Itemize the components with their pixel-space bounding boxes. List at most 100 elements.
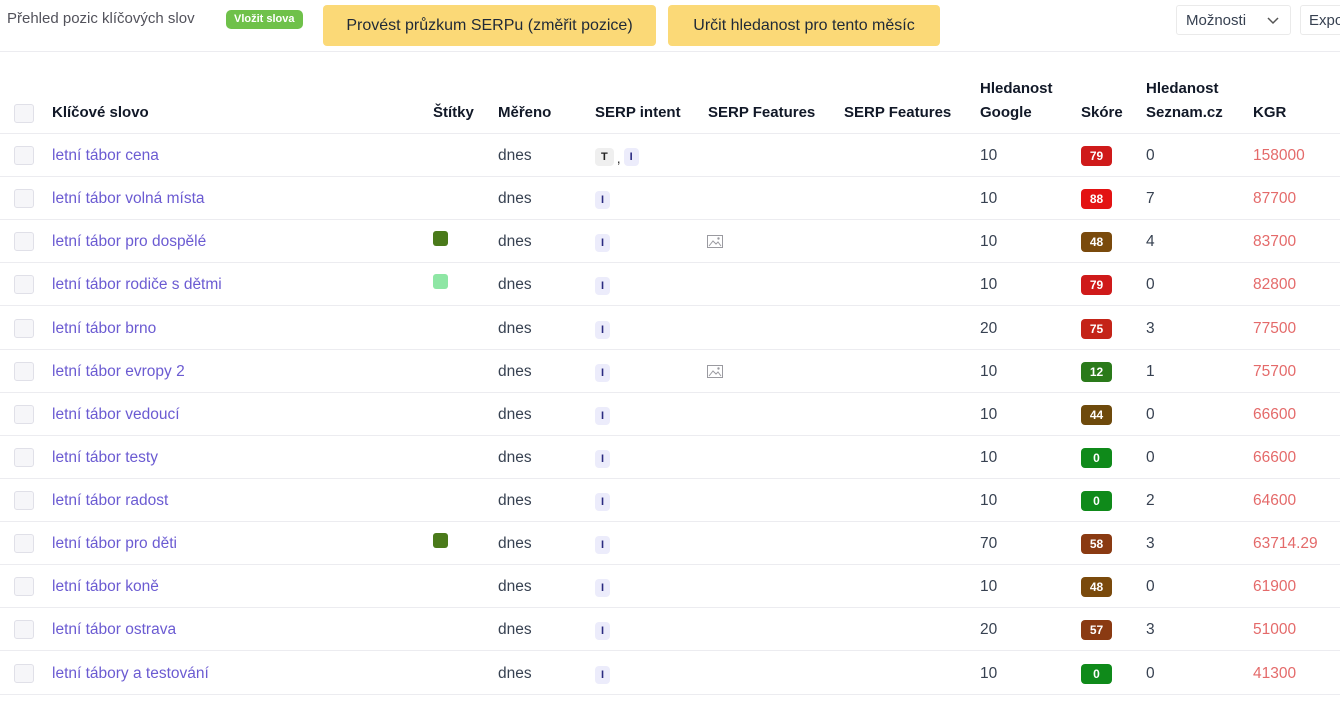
intent-chip: I — [623, 148, 639, 166]
row-checkbox[interactable] — [14, 491, 34, 510]
google-volume-value: 20 — [980, 621, 998, 638]
table-row[interactable]: letní tábor koně dnes I 10 48 0 61900 — [0, 565, 1340, 608]
keyword-link[interactable]: letní tábor brno — [52, 307, 156, 350]
table-row[interactable]: letní tábor rodiče s dětmi dnes I 10 79 0 8280… — [0, 263, 1340, 306]
row-checkbox[interactable] — [14, 664, 34, 683]
table-row[interactable]: letní tábor testy dnes I 10 0 0 66600 — [0, 436, 1340, 479]
google-volume-value: 20 — [980, 320, 998, 337]
score-badge: 88 — [1081, 189, 1112, 209]
score-badge: 12 — [1081, 362, 1112, 382]
table-row[interactable]: letní tábor pro dospělé dnes I 10 48 4 83700 — [0, 220, 1340, 263]
page-title: Přehled pozic klíčových slov — [7, 10, 195, 27]
row-checkbox[interactable] — [14, 534, 34, 553]
options-dropdown[interactable]: Možnosti — [1176, 5, 1291, 35]
score-badge: 0 — [1081, 664, 1112, 684]
measured-value: dnes — [498, 276, 532, 293]
score-badge: 48 — [1081, 232, 1112, 252]
row-checkbox[interactable] — [14, 146, 34, 165]
table-row[interactable]: letní tábor pro děti dnes I 70 58 3 63714.29 — [0, 522, 1340, 565]
measured-value: dnes — [498, 190, 532, 207]
header-line: Seznam.cz — [1146, 104, 1223, 121]
column-header-measured[interactable]: Měřeno — [498, 101, 551, 125]
keyword-link[interactable]: letní tábor cena — [52, 134, 159, 177]
kgr-value: 51000 — [1253, 621, 1297, 638]
row-checkbox[interactable] — [14, 448, 34, 467]
keyword-link[interactable]: letní tábor rodiče s dětmi — [52, 263, 222, 306]
row-checkbox[interactable] — [14, 362, 34, 381]
column-header-serp-features[interactable]: SERP Features — [708, 101, 815, 125]
column-header-google-volume[interactable]: Hledanost Google — [980, 77, 1053, 125]
column-header-score[interactable]: Skóre — [1081, 101, 1123, 125]
column-header-tags[interactable]: Štítky — [433, 101, 474, 125]
column-header-keyword[interactable]: Klíčové slovo — [52, 101, 149, 125]
row-checkbox[interactable] — [14, 319, 34, 338]
table-row[interactable]: letní tábor brno dnes I 20 75 3 77500 — [0, 307, 1340, 350]
measured-value: dnes — [498, 147, 532, 164]
keyword-link[interactable]: letní tábory a testování — [52, 652, 209, 695]
intent-chip: I — [595, 450, 611, 468]
kgr-value: 82800 — [1253, 276, 1297, 293]
keyword-link[interactable]: letní tábor radost — [52, 479, 168, 522]
keyword-link[interactable]: letní tábor volná místa — [52, 177, 205, 220]
kgr-value: 64600 — [1253, 492, 1297, 509]
keyword-link[interactable]: letní tábor koně — [52, 565, 159, 608]
seznam-volume-value: 0 — [1146, 665, 1155, 682]
keyword-link[interactable]: letní tábor pro děti — [52, 522, 177, 565]
row-checkbox[interactable] — [14, 275, 34, 294]
column-header-kgr[interactable]: KGR — [1253, 101, 1286, 125]
keyword-link[interactable]: letní tábor evropy 2 — [52, 350, 185, 393]
search-volume-button[interactable]: Určit hledanost pro tento měsíc — [668, 5, 940, 46]
keyword-link[interactable]: letní tábor vedoucí — [52, 393, 180, 436]
intent-separator: , — [616, 150, 621, 166]
score-badge: 79 — [1081, 275, 1112, 295]
keyword-link[interactable]: letní tábor pro dospělé — [52, 220, 206, 263]
keyword-link[interactable]: letní tábor testy — [52, 436, 158, 479]
table-row[interactable]: letní tábor ostrava dnes I 20 57 3 51000 — [0, 608, 1340, 651]
intent-chip: I — [595, 579, 611, 597]
table-row[interactable]: letní tábor volná místa dnes I 10 88 7 87700 — [0, 177, 1340, 220]
table-row[interactable]: letní tábor vedoucí dnes I 10 44 0 66600 — [0, 393, 1340, 436]
seznam-volume-value: 0 — [1146, 449, 1155, 466]
seznam-volume-value: 3 — [1146, 535, 1155, 552]
kgr-value: 66600 — [1253, 406, 1297, 423]
keyword-link[interactable]: letní tábor ostrava — [52, 608, 176, 651]
seznam-volume-value: 3 — [1146, 320, 1155, 337]
measured-value: dnes — [498, 621, 532, 638]
table-row[interactable]: letní tábor evropy 2 dnes I 10 12 1 75700 — [0, 350, 1340, 393]
table-row[interactable]: letní tábor cena dnes T, I 10 79 0 158000 — [0, 134, 1340, 177]
column-header-serp-features-2[interactable]: SERP Features — [844, 101, 951, 125]
seznam-volume-value: 0 — [1146, 406, 1155, 423]
options-label: Možnosti — [1186, 12, 1247, 29]
row-checkbox[interactable] — [14, 232, 34, 251]
table-row[interactable]: letní tábor radost dnes I 10 0 2 64600 — [0, 479, 1340, 522]
kgr-value: 61900 — [1253, 578, 1297, 595]
select-all-checkbox[interactable] — [14, 104, 34, 123]
column-header-seznam-volume[interactable]: Hledanost Seznam.cz — [1146, 77, 1223, 125]
measured-value: dnes — [498, 578, 532, 595]
google-volume-value: 10 — [980, 449, 998, 466]
export-button[interactable]: Export — [1300, 5, 1340, 35]
kgr-value: 158000 — [1253, 147, 1305, 164]
row-checkbox[interactable] — [14, 189, 34, 208]
row-checkbox[interactable] — [14, 620, 34, 639]
kgr-value: 66600 — [1253, 449, 1297, 466]
seznam-volume-value: 0 — [1146, 578, 1155, 595]
serp-intent-list: T,I — [595, 148, 639, 166]
toolbar: Přehled pozic klíčových slov Vložit slov… — [0, 0, 1340, 52]
tag-color-swatch — [433, 533, 448, 548]
row-checkbox[interactable] — [14, 577, 34, 596]
score-badge: 58 — [1081, 534, 1112, 554]
measured-value: dnes — [498, 320, 532, 337]
column-header-serp-intent[interactable]: SERP intent — [595, 101, 681, 125]
serp-research-button[interactable]: Provést průzkum SERPu (změřit pozice) — [323, 5, 656, 46]
insert-keywords-button[interactable]: Vložit slova — [226, 10, 303, 29]
google-volume-value: 70 — [980, 535, 998, 552]
table-row[interactable]: letní tábory a testování dnes I 10 0 0 41300 — [0, 652, 1340, 695]
row-checkbox[interactable] — [14, 405, 34, 424]
measured-value: dnes — [498, 535, 532, 552]
serp-intent-list: I — [595, 321, 611, 339]
intent-chip: I — [595, 622, 611, 640]
google-volume-value: 10 — [980, 147, 998, 164]
tag-color-swatch — [433, 231, 448, 246]
seznam-volume-value: 7 — [1146, 190, 1155, 207]
